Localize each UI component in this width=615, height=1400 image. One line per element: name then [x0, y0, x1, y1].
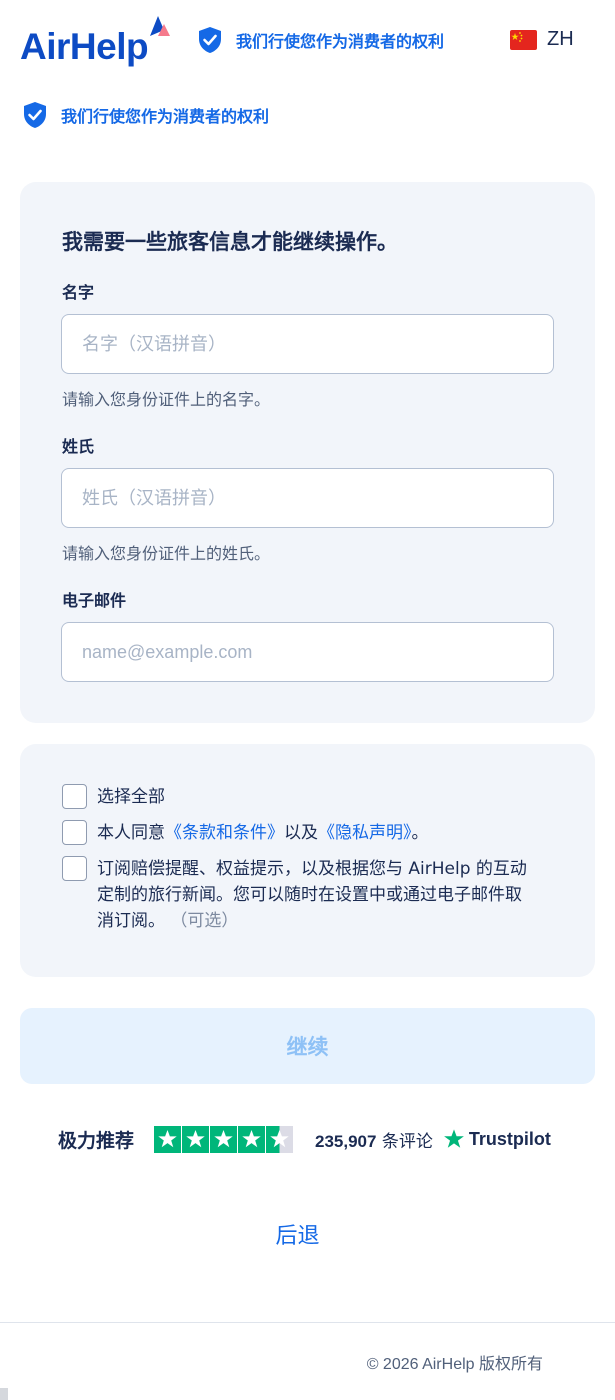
terms-consent-text: 本人同意《条款和条件》以及《隐私声明》。 — [97, 820, 429, 846]
shield-check-icon — [199, 27, 221, 53]
trustpilot-widget[interactable]: 极力推荐 235,907 条评论 Trustpilot — [58, 1124, 551, 1154]
newsletter-checkbox[interactable] — [62, 856, 87, 881]
privacy-link[interactable]: 《隐私声明》 — [318, 823, 412, 843]
china-flag-icon — [510, 29, 537, 50]
trustpilot-brand-text: Trustpilot — [468, 1128, 551, 1149]
language-selector[interactable]: ZH — [510, 28, 574, 51]
trustpilot-stars — [154, 1125, 294, 1153]
copyright-text: © 2026 AirHelp 版权所有 — [366, 1356, 543, 1373]
first-name-input[interactable] — [61, 314, 554, 374]
select-all-checkbox[interactable] — [62, 784, 87, 809]
consumer-rights-subbanner: 我们行使您作为消费者的权利 — [23, 101, 269, 129]
newsletter-consent-row[interactable]: 订阅赔偿提醒、权益提示，以及根据您与 AirHelp 的互动定制的旅行新闻。您可… — [62, 856, 532, 934]
newsletter-text: 订阅赔偿提醒、权益提示，以及根据您与 AirHelp 的互动定制的旅行新闻。您可… — [97, 859, 527, 931]
shield-check-icon — [24, 102, 46, 128]
newsletter-consent-text: 订阅赔偿提醒、权益提示，以及根据您与 AirHelp 的互动定制的旅行新闻。您可… — [97, 856, 532, 934]
language-code: ZH — [547, 28, 574, 50]
airhelp-logo[interactable]: AirHelp — [20, 14, 180, 68]
trustpilot-star-box — [238, 1125, 266, 1153]
logo-text: AirHelp — [20, 26, 149, 67]
trustpilot-star-box — [182, 1125, 210, 1153]
trustpilot-review-count: 235,907 条评论 — [315, 1127, 433, 1152]
select-all-label: 选择全部 — [97, 787, 165, 807]
last-name-input[interactable] — [61, 468, 554, 528]
consumer-rights-text: 我们行使您作为消费者的权利 — [61, 107, 270, 126]
consumer-rights-banner: 我们行使您作为消费者的权利 — [198, 26, 444, 54]
site-header: AirHelp 我们行使您作为消费者的权利 ZH — [0, 0, 615, 80]
email-input[interactable] — [61, 622, 554, 682]
trustpilot-star-box — [154, 1125, 182, 1153]
consumer-rights-text: 我们行使您作为消费者的权利 — [236, 32, 445, 51]
terms-consent-row[interactable]: 本人同意《条款和条件》以及《隐私声明》。 — [62, 820, 429, 846]
select-all-row[interactable]: 选择全部 — [62, 784, 165, 810]
first-name-label: 名字 — [62, 283, 95, 302]
terms-suffix: 。 — [411, 823, 429, 843]
page-corner-marker — [0, 1388, 8, 1400]
trustpilot-rating-label: 极力推荐 — [58, 1129, 135, 1152]
first-name-hint: 请输入您身份证件上的名字。 — [62, 390, 271, 409]
terms-link[interactable]: 《条款和条件》 — [165, 823, 284, 843]
form-title: 我需要一些旅客信息才能继续操作。 — [62, 230, 398, 254]
terms-checkbox[interactable] — [62, 820, 87, 845]
terms-prefix: 本人同意 — [97, 823, 165, 843]
optional-tag: （可选） — [170, 911, 239, 931]
consents-card: 选择全部 本人同意《条款和条件》以及《隐私声明》。 订阅赔偿提醒、权益提示，以及… — [20, 744, 595, 977]
last-name-label: 姓氏 — [62, 437, 95, 456]
back-link[interactable]: 后退 — [0, 1218, 595, 1250]
continue-button[interactable]: 继续 — [20, 1008, 595, 1084]
trustpilot-star-box — [210, 1125, 238, 1153]
footer-divider — [0, 1322, 615, 1323]
review-count-number: 235,907 — [315, 1131, 377, 1151]
logo-mark-icon — [150, 16, 170, 36]
terms-middle: 以及 — [284, 823, 318, 843]
trustpilot-star-icon — [443, 1129, 464, 1148]
trustpilot-brand: Trustpilot — [443, 1128, 551, 1150]
review-count-suffix: 条评论 — [381, 1131, 433, 1152]
email-label: 电子邮件 — [62, 591, 127, 610]
passenger-info-card: 我需要一些旅客信息才能继续操作。 名字 请输入您身份证件上的名字。 姓氏 请输入… — [20, 182, 595, 723]
trustpilot-star-box — [266, 1125, 294, 1153]
last-name-hint: 请输入您身份证件上的姓氏。 — [62, 544, 271, 563]
